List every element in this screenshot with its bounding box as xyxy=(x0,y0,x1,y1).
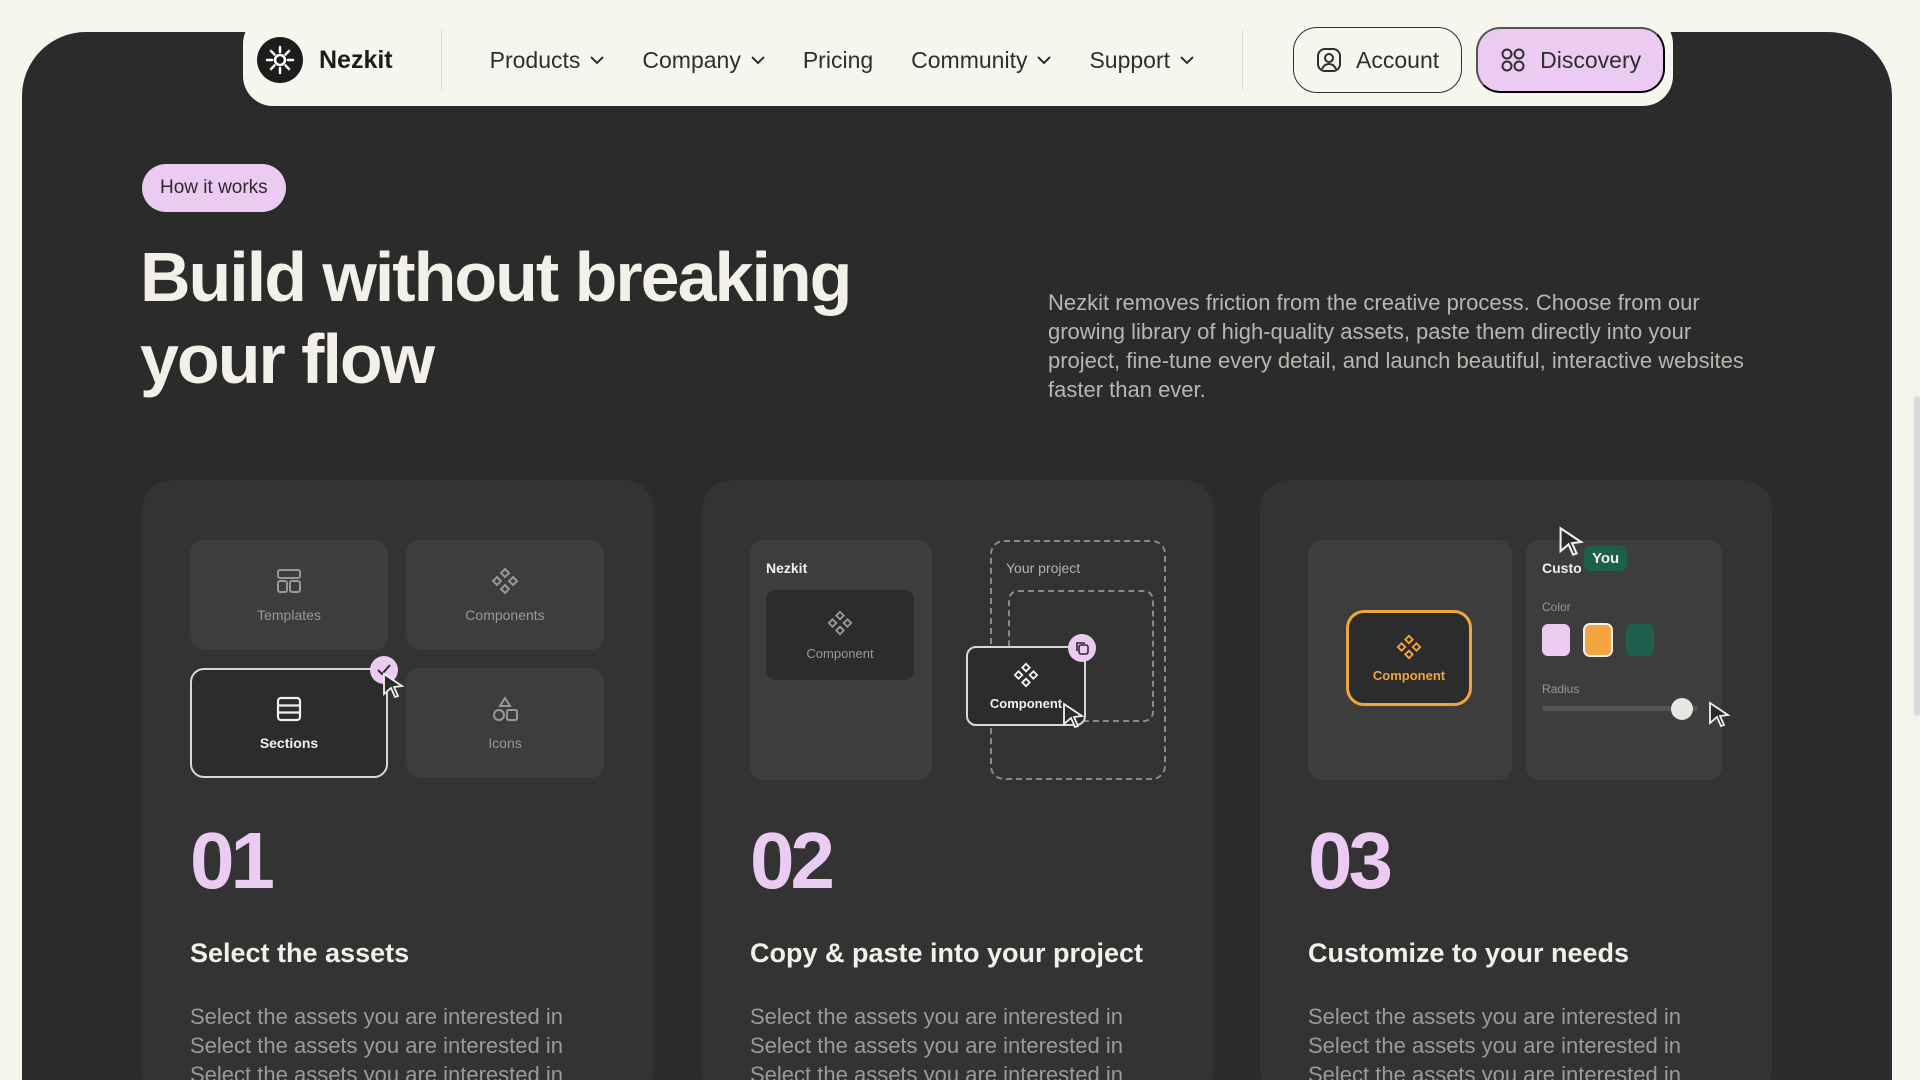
tile-label: Icons xyxy=(488,735,522,751)
scrollbar[interactable] xyxy=(1914,396,1920,716)
nav-link-label: Pricing xyxy=(802,46,874,73)
layout-icon xyxy=(277,569,301,593)
swatch-green[interactable] xyxy=(1626,624,1654,656)
section-badge: How it works xyxy=(142,164,286,212)
customize-title: Custo xyxy=(1542,560,1582,576)
brand-logo-icon xyxy=(257,37,303,83)
nav-actions: Account Discovery xyxy=(1293,27,1666,93)
nav-link-label: Products xyxy=(489,46,581,73)
navbar: Nezkit Products Company Pricing Communit… xyxy=(243,14,1673,106)
brand-name: Nezkit xyxy=(319,45,393,74)
customize-panel: Custo Color Radius xyxy=(1526,540,1722,780)
library-component[interactable]: Component xyxy=(766,590,914,680)
step-title: Customize to your needs xyxy=(1308,938,1630,968)
title-line-1: Build without breaking xyxy=(140,238,852,316)
copy-icon xyxy=(1068,634,1096,662)
nav-link-products[interactable]: Products xyxy=(490,47,605,74)
component-icon xyxy=(1396,634,1422,659)
step-number: 03 xyxy=(1308,816,1393,905)
chevron-down-icon xyxy=(751,55,765,64)
swatch-lilac[interactable] xyxy=(1542,624,1570,656)
tile-label: Sections xyxy=(259,735,319,751)
grid-icon xyxy=(1501,48,1525,72)
step-card-customize: Component Custo Color Radius You 03 Cust… xyxy=(1260,480,1772,1080)
component-icon xyxy=(827,610,853,635)
page-title: Build without breaking your flow xyxy=(140,236,900,400)
cursor-icon xyxy=(1063,702,1085,729)
account-label: Account xyxy=(1356,46,1440,73)
step-description: Select the assets you are interested in … xyxy=(190,1004,563,1080)
chevron-down-icon xyxy=(590,55,605,64)
cursor-icon xyxy=(1709,701,1731,728)
brand[interactable]: Nezkit xyxy=(257,30,442,90)
tile-sections[interactable]: Sections xyxy=(190,668,388,778)
nav-link-label: Community xyxy=(911,46,1028,73)
user-tag: You xyxy=(1584,546,1628,571)
component-icon xyxy=(491,567,519,595)
tile-label: Templates xyxy=(257,607,321,623)
nav-link-company[interactable]: Company xyxy=(642,46,765,74)
tile-components[interactable]: Components xyxy=(406,540,604,650)
step-title: Select the assets xyxy=(190,938,410,968)
step-card-select: Templates Components Sections Icons 01 S… xyxy=(142,480,654,1080)
discovery-button[interactable]: Discovery xyxy=(1476,27,1666,93)
color-label: Color xyxy=(1542,600,1571,614)
preview-component[interactable]: Component xyxy=(1346,610,1472,706)
tile-label: Components xyxy=(465,607,545,623)
chevron-down-icon xyxy=(1180,55,1194,64)
component-label: Component xyxy=(1372,667,1446,683)
rows-icon xyxy=(276,696,302,722)
nav-link-community[interactable]: Community xyxy=(911,46,1052,74)
step-number: 01 xyxy=(190,816,275,905)
cursor-icon xyxy=(1559,526,1585,556)
tile-icons[interactable]: Icons xyxy=(406,668,604,778)
hero-description: Nezkit removes friction from the creativ… xyxy=(1048,290,1744,402)
library-panel: Nezkit Component xyxy=(750,540,932,780)
nav-link-support[interactable]: Support xyxy=(1089,47,1194,74)
nav-link-label: Support xyxy=(1089,46,1171,73)
component-label: Component xyxy=(989,695,1063,711)
component-label: Component xyxy=(806,645,874,661)
component-icon xyxy=(1013,662,1039,687)
account-button[interactable]: Account xyxy=(1293,27,1463,93)
step-description: Select the assets you are interested in … xyxy=(1308,1004,1681,1080)
tile-templates[interactable]: Templates xyxy=(190,540,388,650)
shapes-icon xyxy=(493,696,518,721)
discovery-label: Discovery xyxy=(1540,46,1642,73)
radius-label: Radius xyxy=(1542,682,1580,696)
nav-link-label: Company xyxy=(642,46,741,73)
step-title: Copy & paste into your project xyxy=(750,938,1144,968)
chevron-down-icon xyxy=(1037,55,1052,64)
nav-links: Products Company Pricing Community Suppo… xyxy=(442,30,1244,90)
radius-slider-knob[interactable] xyxy=(1670,698,1693,720)
cursor-icon xyxy=(383,672,405,699)
swatch-orange[interactable] xyxy=(1583,623,1613,657)
user-icon xyxy=(1317,48,1342,72)
title-line-2: your flow xyxy=(140,320,435,398)
nav-link-pricing[interactable]: Pricing xyxy=(803,47,873,74)
step-description: Select the assets you are interested in … xyxy=(750,1004,1123,1080)
preview-panel: Component xyxy=(1308,540,1512,780)
project-label: Your project xyxy=(1006,560,1081,576)
step-card-paste: Nezkit Component Your project Component xyxy=(702,480,1214,1080)
step-number: 02 xyxy=(750,816,835,905)
library-title: Nezkit xyxy=(766,560,808,576)
